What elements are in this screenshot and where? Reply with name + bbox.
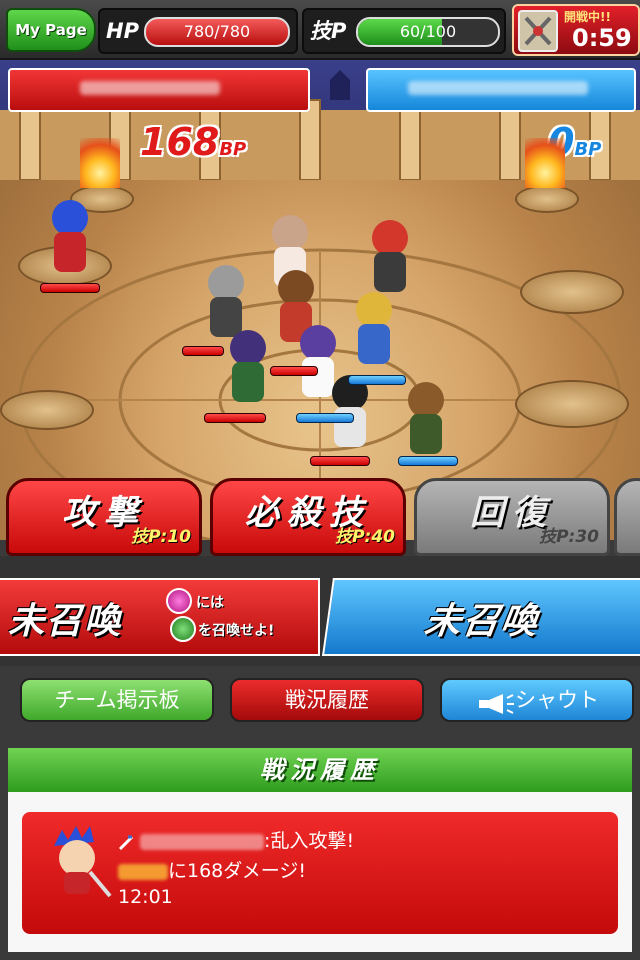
rocket-icon [118, 834, 134, 850]
heal-skill-button[interactable]: 回復 技P:30 [414, 478, 610, 556]
hp-label: HP [106, 19, 139, 43]
hp-gauge: 780/780 [144, 17, 290, 47]
history-entry: :乱入攻撃! に168ダメージ! 12:01 [22, 812, 618, 934]
history-timestamp: 12:01 [118, 886, 173, 908]
battle-arena: 168BP 0BP [0, 60, 640, 540]
timer-value: 0:59 [572, 24, 632, 52]
team-right-name-blurred [408, 81, 588, 95]
shout-label: シャウト [515, 688, 599, 712]
megaphone-icon [475, 689, 515, 714]
right-summon-title: 未召喚 [421, 601, 542, 642]
left-bp-value: 168 [140, 120, 220, 164]
right-summon-slot[interactable]: 未召喚 [322, 578, 640, 656]
battle-timer: 開戦中!! 0:59 [512, 4, 640, 56]
team-right-banner [366, 68, 636, 112]
pedestal-left-bottom [0, 390, 94, 430]
enemy-character-4 [398, 382, 454, 462]
attacker-hp-bar [40, 283, 100, 293]
enemy-character-2 [346, 292, 402, 372]
left-bp-unit: BP [219, 139, 247, 160]
unit-hp-bar [270, 366, 318, 376]
crossed-swords-icon [518, 10, 558, 52]
unit-hp-bar [182, 346, 224, 356]
special-skill-button[interactable]: 必殺技 技P:40 [210, 478, 406, 556]
team-left-banner [8, 68, 310, 112]
summon-note-a: には [196, 595, 224, 611]
left-flame-icon [80, 138, 120, 188]
skill-point-gauge: 60/100 [356, 17, 500, 47]
attacker-name-blurred [140, 833, 265, 850]
heart-icon [166, 588, 192, 614]
dragon-icon [170, 616, 196, 642]
history-line-attack: :乱入攻撃! [118, 826, 354, 853]
skill-cost: 技P:10 [131, 527, 191, 547]
tab-battle-history[interactable]: 戦況履歴 [230, 678, 424, 722]
next-skill-button-partial[interactable] [614, 478, 640, 556]
left-summon-slot[interactable]: 未召喚 には を召喚せよ! [0, 578, 320, 656]
summon-note-b: を召喚せよ! [198, 623, 275, 639]
skill-point-value: 60/100 [399, 22, 457, 41]
avatar [40, 824, 114, 898]
my-page-button[interactable]: My Page [6, 8, 96, 52]
left-summon-title: 未召喚 [8, 601, 123, 642]
unit-hp-bar [204, 413, 266, 423]
hp-meter: HP 780/780 [98, 8, 298, 54]
ally-character-4 [220, 330, 276, 410]
target-name-blurred [118, 863, 168, 880]
skill-cost: 技P:30 [539, 527, 599, 547]
team-left-name-blurred [80, 81, 220, 95]
battle-status-text: 開戦中!! [564, 10, 611, 24]
skill-cost: 技P:40 [335, 527, 395, 547]
status-bar: My Page HP 780/780 技P 60/100 開戦中!! 0:59 [0, 0, 640, 60]
attacker-character [42, 200, 98, 280]
skill-point-label: 技P [310, 19, 347, 43]
history-header: 戦況履歴 [8, 748, 632, 792]
unit-hp-bar [348, 375, 406, 385]
history-panel: :乱入攻撃! に168ダメージ! 12:01 [8, 792, 632, 952]
unit-hp-bar [310, 456, 370, 466]
attack-skill-button[interactable]: 攻撃 技P:10 [6, 478, 202, 556]
summon-panel: 未召喚 には を召喚せよ! 未召喚 [0, 556, 640, 666]
right-flame-icon [525, 138, 565, 188]
attack-message: :乱入攻撃! [264, 830, 355, 852]
right-bp-unit: BP [574, 139, 602, 160]
damage-message: に168ダメージ! [168, 860, 306, 882]
history-line-damage: に168ダメージ! [118, 856, 306, 883]
enemy-character-1 [362, 220, 418, 300]
pedestal-right-top [520, 270, 624, 314]
unit-hp-bar [296, 413, 354, 423]
tab-team-board[interactable]: チーム掲示板 [20, 678, 214, 722]
right-brazier-base [515, 185, 579, 213]
pedestal-right-bottom [515, 380, 629, 428]
left-battle-points: 168BP [140, 120, 246, 164]
unit-hp-bar [398, 456, 458, 466]
tab-shout[interactable]: シャウト [440, 678, 634, 722]
skill-point-meter: 技P 60/100 [302, 8, 506, 54]
